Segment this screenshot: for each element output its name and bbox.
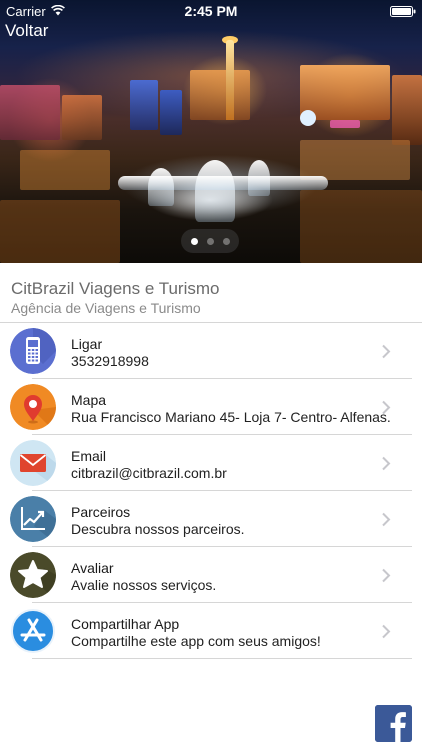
app-store-icon bbox=[10, 608, 56, 654]
status-bar: Carrier 2:45 PM bbox=[0, 0, 422, 22]
carousel-page-indicator[interactable] bbox=[181, 229, 239, 253]
menu-item-detail: citbrazil@citbrazil.com.br bbox=[71, 465, 227, 481]
page-dot[interactable] bbox=[206, 237, 214, 245]
divider bbox=[32, 658, 412, 659]
page-dot-active[interactable] bbox=[190, 237, 198, 245]
chevron-right-icon bbox=[382, 568, 391, 583]
menu-item-title: Parceiros bbox=[71, 504, 131, 520]
tower bbox=[226, 40, 234, 120]
city-lights bbox=[0, 0, 422, 263]
facebook-button[interactable] bbox=[375, 705, 412, 742]
envelope-icon bbox=[10, 440, 56, 486]
hero-image[interactable] bbox=[0, 0, 422, 263]
fountain bbox=[118, 176, 328, 190]
menu-item-detail: Avalie nossos serviços. bbox=[71, 577, 217, 593]
menu-item-title: Email bbox=[71, 448, 107, 464]
menu-item-title: Avaliar bbox=[71, 560, 114, 576]
action-list: Ligar 3532918998 Mapa Rua Francisco Mari… bbox=[0, 323, 422, 659]
status-time: 2:45 PM bbox=[184, 3, 238, 19]
company-name: CitBrazil Viagens e Turismo bbox=[11, 279, 220, 298]
menu-item-title: Mapa bbox=[71, 392, 107, 408]
menu-item-detail: Rua Francisco Mariano 45- Loja 7- Centro… bbox=[71, 409, 391, 425]
menu-item-title: Compartilhar App bbox=[71, 616, 180, 632]
map-pin-icon bbox=[10, 384, 56, 430]
chevron-right-icon bbox=[382, 456, 391, 471]
back-button[interactable]: Voltar bbox=[5, 21, 48, 41]
page-dot[interactable] bbox=[222, 237, 230, 245]
menu-item-mapa[interactable]: Mapa Rua Francisco Mariano 45- Loja 7- C… bbox=[0, 379, 422, 435]
menu-item-email[interactable]: Email citbrazil@citbrazil.com.br bbox=[0, 435, 422, 491]
chevron-right-icon bbox=[382, 344, 391, 359]
menu-item-avaliar[interactable]: Avaliar Avalie nossos serviços. bbox=[0, 547, 422, 603]
chevron-right-icon bbox=[382, 512, 391, 527]
star-icon bbox=[10, 552, 56, 598]
menu-item-compartilhar[interactable]: Compartilhar App Compartilhe este app co… bbox=[0, 603, 422, 659]
menu-item-parceiros[interactable]: Parceiros Descubra nossos parceiros. bbox=[0, 491, 422, 547]
fountain bbox=[195, 160, 235, 222]
chevron-right-icon bbox=[382, 624, 391, 639]
battery-icon bbox=[390, 6, 416, 17]
menu-item-detail: 3532918998 bbox=[71, 353, 149, 369]
menu-item-detail: Compartilhe este app com seus amigos! bbox=[71, 633, 321, 649]
menu-item-ligar[interactable]: Ligar 3532918998 bbox=[0, 323, 422, 379]
menu-item-detail: Descubra nossos parceiros. bbox=[71, 521, 245, 537]
menu-item-title: Ligar bbox=[71, 336, 103, 352]
chevron-right-icon bbox=[382, 400, 391, 415]
facebook-icon bbox=[375, 705, 412, 742]
chart-icon bbox=[10, 496, 56, 542]
phone-icon bbox=[10, 328, 56, 374]
company-subtitle: Agência de Viagens e Turismo bbox=[11, 300, 201, 316]
